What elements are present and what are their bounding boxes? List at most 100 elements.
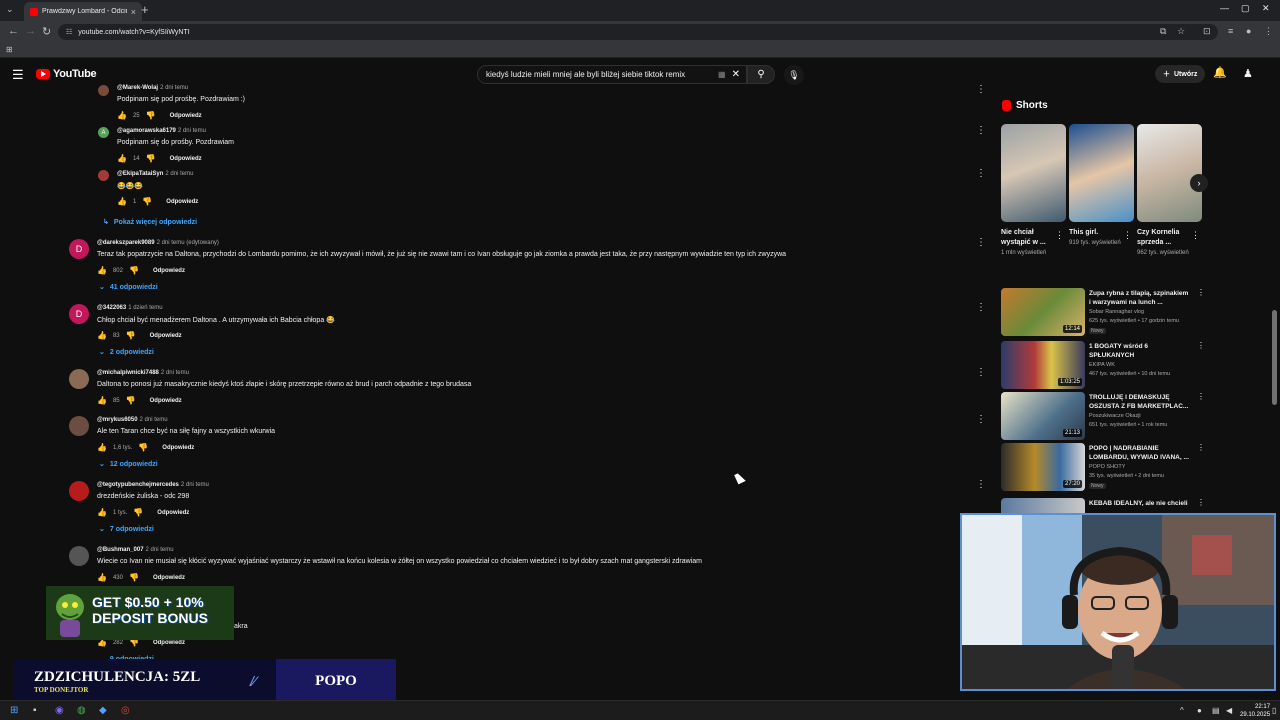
search-taskbar-icon[interactable]: ▪ bbox=[33, 705, 37, 716]
microphone-tray-icon[interactable]: ● bbox=[1197, 706, 1202, 715]
short-card[interactable]: This girl. 919 tys. wyświetleń ⋮ bbox=[1069, 124, 1134, 248]
comment-author[interactable]: @mrykus6050 bbox=[97, 417, 138, 423]
like-icon[interactable]: 👍 bbox=[97, 331, 107, 340]
dislike-icon[interactable]: 👎 bbox=[133, 508, 143, 517]
recommended-video[interactable]: 1:03:25 1 BOGATY wśród 6 SPŁUKANYCH EKIP… bbox=[1001, 341, 1211, 389]
short-thumbnail[interactable] bbox=[1001, 124, 1066, 222]
dislike-icon[interactable]: 👎 bbox=[129, 573, 139, 582]
search-input[interactable]: kiedyś ludzie mieli mniej ale byli bliże… bbox=[477, 65, 747, 84]
recommended-video[interactable]: 21:13 TROLLUJĘ I DEMASKUJĘ OSZUSTA Z FB … bbox=[1001, 392, 1211, 440]
comment-author[interactable]: @3422063 bbox=[97, 305, 126, 311]
keyboard-icon[interactable]: ▦ bbox=[718, 70, 726, 79]
like-icon[interactable]: 👍 bbox=[117, 111, 127, 120]
comment-time[interactable]: 2 dni temu bbox=[165, 171, 193, 177]
dislike-icon[interactable]: 👎 bbox=[126, 331, 136, 340]
comment-time[interactable]: 2 dni temu bbox=[146, 547, 174, 553]
comment-author[interactable]: @Bushman_007 bbox=[97, 547, 144, 553]
comment-author[interactable]: @Marek-Wolaj bbox=[117, 85, 158, 91]
taskbar-clock[interactable]: 22:17 29.10.2025 bbox=[1240, 703, 1270, 719]
more-options-icon[interactable]: ⋮ bbox=[976, 168, 986, 179]
video-thumbnail[interactable]: 21:13 bbox=[1001, 392, 1085, 440]
comment-time[interactable]: 2 dni temu bbox=[140, 417, 168, 423]
extensions-icon[interactable]: ⊡ bbox=[1203, 26, 1211, 37]
account-avatar-icon[interactable]: ♟ bbox=[1243, 67, 1255, 81]
recommended-video[interactable]: 12:14 Zupa rybna z tilapią, szpinakiem i… bbox=[1001, 288, 1211, 336]
short-title[interactable]: This girl. bbox=[1069, 228, 1121, 238]
site-info-icon[interactable]: ☷ bbox=[66, 28, 72, 36]
tab-close-icon[interactable]: × bbox=[131, 7, 136, 17]
more-options-icon[interactable]: ⋮ bbox=[976, 84, 986, 95]
shorts-next-button[interactable]: › bbox=[1190, 174, 1208, 192]
notifications-bell-icon[interactable]: 🔔 bbox=[1213, 66, 1227, 79]
tab-search-icon[interactable]: ⌄ bbox=[6, 4, 14, 15]
bookmark-star-icon[interactable]: ☆ bbox=[1177, 26, 1185, 37]
forward-icon[interactable]: → bbox=[25, 25, 36, 37]
dislike-icon[interactable]: 👎 bbox=[146, 154, 156, 163]
search-button[interactable]: ⚲ bbox=[747, 65, 775, 84]
recommended-video[interactable]: KEBAB IDEALNY, ale nie chcieli ... ⋮ bbox=[1001, 498, 1211, 513]
view-replies-button[interactable]: ⌄ 7 odpowiedzi bbox=[99, 525, 154, 534]
browser-tab-active[interactable]: Prawdziwy Lombard - Odcinek × bbox=[24, 2, 142, 21]
video-thumbnail[interactable]: 12:14 bbox=[1001, 288, 1085, 336]
recommended-video[interactable]: 27:20 POPO | NADRABIANIE LOMBARDU, WYWIA… bbox=[1001, 443, 1211, 491]
like-icon[interactable]: 👍 bbox=[97, 573, 107, 582]
avatar[interactable]: D bbox=[69, 239, 89, 259]
tray-chevron-icon[interactable]: ^ bbox=[1180, 706, 1184, 715]
video-title[interactable]: KEBAB IDEALNY, ale nie chcieli ... bbox=[1089, 499, 1189, 513]
video-channel[interactable]: Poszukiwacze Okazji bbox=[1089, 413, 1141, 419]
view-replies-button[interactable]: ⌄ 41 odpowiedzi bbox=[99, 283, 158, 292]
reply-button[interactable]: Odpowiedz bbox=[153, 268, 185, 274]
more-options-icon[interactable]: ⋮ bbox=[976, 125, 986, 136]
reply-button[interactable]: Odpowiedz bbox=[166, 199, 198, 205]
youtube-logo[interactable]: YouTube bbox=[36, 68, 97, 80]
comment-time[interactable]: 2 dni temu bbox=[181, 482, 209, 488]
more-options-icon[interactable]: ⋮ bbox=[1197, 341, 1205, 350]
more-options-icon[interactable]: ⋮ bbox=[1197, 392, 1205, 401]
video-title[interactable]: 1 BOGATY wśród 6 SPŁUKANYCH bbox=[1089, 342, 1189, 360]
short-thumbnail[interactable] bbox=[1137, 124, 1202, 222]
avatar[interactable] bbox=[69, 481, 89, 501]
volume-icon[interactable]: ◀ bbox=[1226, 706, 1232, 715]
reply-button[interactable]: Odpowiedz bbox=[153, 640, 185, 646]
comment-time[interactable]: 2 dni temu bbox=[161, 370, 189, 376]
dislike-icon[interactable]: 👎 bbox=[142, 197, 152, 206]
discord-icon[interactable]: ◉ bbox=[55, 705, 64, 716]
avatar[interactable]: D bbox=[69, 304, 89, 324]
like-icon[interactable]: 👍 bbox=[97, 443, 107, 452]
short-card[interactable]: Nie chciał wystąpić w ... 1 mln wyświetl… bbox=[1001, 124, 1066, 258]
install-app-icon[interactable]: ⧉ bbox=[1160, 26, 1166, 37]
video-title[interactable]: Zupa rybna z tilapią, szpinakiem i warzy… bbox=[1089, 289, 1189, 307]
comment-author[interactable]: @darekszparek9089 bbox=[97, 240, 155, 246]
comment-author[interactable]: @EkipaTataiSyn bbox=[117, 171, 163, 177]
more-options-icon[interactable]: ⋮ bbox=[976, 237, 986, 248]
reply-button[interactable]: Odpowiedz bbox=[150, 398, 182, 404]
more-options-icon[interactable]: ⋮ bbox=[976, 302, 986, 313]
view-replies-button[interactable]: ⌄ 12 odpowiedzi bbox=[99, 460, 158, 469]
dislike-icon[interactable]: 👎 bbox=[126, 396, 136, 405]
maximize-icon[interactable]: ▢ bbox=[1241, 3, 1250, 14]
more-options-icon[interactable]: ⋮ bbox=[976, 479, 986, 490]
back-icon[interactable]: ← bbox=[8, 25, 19, 37]
reload-icon[interactable]: ↻ bbox=[42, 25, 51, 38]
reply-button[interactable]: Odpowiedz bbox=[170, 156, 202, 162]
close-window-icon[interactable]: ✕ bbox=[1262, 3, 1270, 14]
more-options-icon[interactable]: ⋮ bbox=[1197, 498, 1205, 507]
more-options-icon[interactable]: ⋮ bbox=[1197, 443, 1205, 452]
video-channel[interactable]: POPO SHOTY bbox=[1089, 464, 1125, 470]
more-options-icon[interactable]: ⋮ bbox=[976, 367, 986, 378]
like-icon[interactable]: 👍 bbox=[97, 508, 107, 517]
obs-icon[interactable]: ◎ bbox=[121, 705, 130, 716]
video-channel[interactable]: EKIPA WK bbox=[1089, 362, 1115, 368]
voice-search-button[interactable]: 🎙 bbox=[784, 65, 804, 85]
create-button[interactable]: ＋ Utwórz bbox=[1155, 65, 1206, 83]
like-icon[interactable]: 👍 bbox=[97, 396, 107, 405]
omnibox[interactable]: ☷ youtube.com/watch?v=KyfSIiWyNTI bbox=[58, 24, 1218, 40]
comment-author[interactable]: @agamorawska6179 bbox=[117, 128, 176, 134]
avatar[interactable] bbox=[98, 170, 109, 181]
view-replies-button[interactable]: ⌄ 2 odpowiedzi bbox=[99, 348, 154, 357]
windows-start-icon[interactable]: ⊞ bbox=[10, 705, 18, 716]
video-thumbnail[interactable]: 1:03:25 bbox=[1001, 341, 1085, 389]
video-channel[interactable]: Sobar Rannaghar vlog bbox=[1089, 309, 1144, 315]
new-tab-button[interactable]: + bbox=[141, 2, 149, 17]
show-more-replies-button[interactable]: ↳ Pokaż więcej odpowiedzi bbox=[103, 218, 197, 227]
